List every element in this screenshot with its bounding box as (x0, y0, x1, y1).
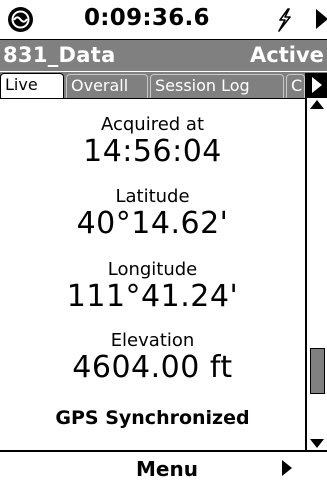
acquired-group: Acquired at 14:56:04 (0, 115, 305, 169)
status-bar: 0:09:36.6 (0, 0, 327, 40)
tab-more[interactable]: C (286, 74, 305, 98)
elapsed-time: 0:09:36.6 (84, 5, 210, 31)
tab-overall[interactable]: Overall (66, 74, 148, 98)
longitude-group: Longitude 111°41.24' (0, 260, 305, 314)
scroll-up-icon[interactable] (310, 100, 324, 109)
play-arrow-icon[interactable] (316, 9, 327, 29)
menu-bar: Menu (0, 450, 327, 485)
elevation-label: Elevation (110, 330, 195, 351)
measurement-state: Active (250, 43, 324, 67)
gps-status: GPS Synchronized (55, 407, 250, 429)
tab-session-log[interactable]: Session Log (150, 74, 284, 98)
device-logo-icon (8, 7, 33, 32)
tab-live[interactable]: Live (0, 73, 64, 99)
power-plug-icon (273, 8, 295, 32)
longitude-value: 111°41.24' (66, 279, 239, 314)
acquired-label: Acquired at (100, 114, 205, 135)
scroll-thumb[interactable] (310, 348, 325, 394)
chevron-right-icon (312, 77, 322, 93)
device-screen: 0:09:36.6 831_Data Active Live Overall S… (0, 0, 327, 485)
latitude-value: 40°14.62' (76, 206, 229, 241)
file-name: 831_Data (3, 43, 116, 67)
longitude-label: Longitude (107, 259, 198, 280)
title-bar: 831_Data Active (0, 40, 327, 71)
vertical-scrollbar[interactable] (305, 98, 327, 450)
tab-bar: Live Overall Session Log C (0, 72, 327, 99)
acquired-value: 14:56:04 (83, 134, 222, 169)
latitude-group: Latitude 40°14.62' (0, 187, 305, 241)
elevation-value: 4604.00 ft (72, 350, 233, 385)
menu-arrow-icon[interactable] (282, 460, 292, 476)
live-panel: Acquired at 14:56:04 Latitude 40°14.62' … (0, 98, 305, 451)
tab-scroll-right-button[interactable] (305, 73, 327, 98)
elevation-group: Elevation 4604.00 ft (0, 331, 305, 385)
menu-button[interactable]: Menu (136, 457, 198, 481)
scroll-down-icon[interactable] (310, 439, 324, 448)
latitude-label: Latitude (115, 186, 190, 207)
